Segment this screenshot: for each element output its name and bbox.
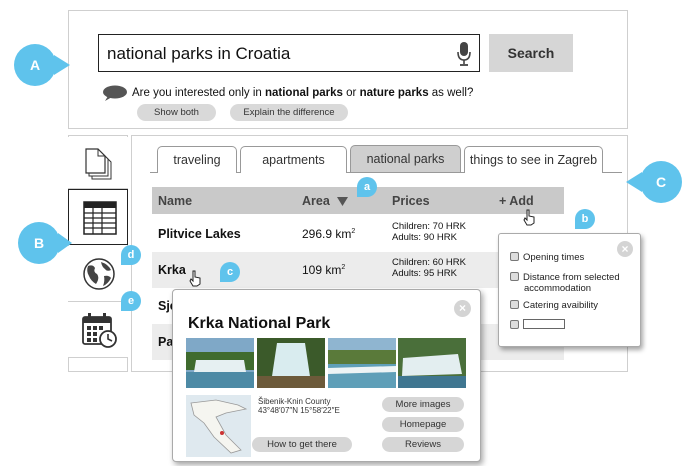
annotation-pointer — [58, 233, 72, 253]
tab-traveling[interactable]: traveling — [157, 146, 237, 173]
add-column-button[interactable]: + Add — [499, 194, 534, 208]
search-input[interactable]: national parks in Croatia — [98, 34, 480, 72]
park-name: Pa — [158, 335, 174, 349]
close-icon[interactable]: × — [454, 300, 471, 317]
annotation-e: e — [121, 291, 141, 311]
search-query-text: national parks in Croatia — [107, 44, 291, 63]
map-view-button[interactable] — [68, 246, 128, 302]
annotation-c: c — [220, 262, 240, 282]
more-images-button[interactable]: More images — [382, 397, 464, 412]
option-catering[interactable]: Catering avaibility — [510, 300, 598, 311]
sort-down-icon[interactable] — [337, 197, 348, 206]
park-name: Plitvice Lakes — [158, 227, 241, 241]
reviews-button[interactable]: Reviews — [382, 437, 464, 452]
waterfall-photo-1[interactable] — [186, 338, 254, 388]
park-area: 296.9 km2 — [302, 227, 356, 241]
documents-view-button[interactable] — [68, 137, 128, 189]
suggestion-text: Are you interested only in national park… — [101, 85, 473, 101]
waterfall-photo-4[interactable] — [398, 338, 466, 388]
option-opening-times[interactable]: Opening times — [510, 252, 584, 263]
park-detail-popup: × Krka National Park Šibenik-Knin County… — [172, 289, 481, 462]
document-icon — [85, 148, 112, 180]
suggestion-middle: or — [342, 87, 360, 100]
annotation-C: C — [640, 161, 682, 203]
close-icon[interactable]: × — [617, 241, 633, 257]
suggestion-prefix: Are you interested only in — [132, 87, 265, 100]
checkbox[interactable] — [510, 252, 519, 261]
annotation-A: A — [14, 44, 56, 86]
tab-things-to-see[interactable]: things to see in Zagreb — [464, 146, 603, 173]
column-area[interactable]: Area — [302, 194, 330, 208]
annotation-a: a — [357, 177, 377, 197]
option-custom[interactable] — [510, 319, 565, 331]
how-to-get-there-button[interactable]: How to get there — [252, 437, 352, 452]
annotation-b: b — [575, 209, 595, 229]
custom-option-input[interactable] — [523, 319, 565, 329]
homepage-button[interactable]: Homepage — [382, 417, 464, 432]
checkbox[interactable] — [510, 300, 519, 309]
hand-cursor-icon — [189, 270, 201, 287]
calendar-view-button[interactable] — [68, 302, 128, 358]
park-prices: Children: 60 HRK Adults: 95 HRK — [392, 257, 466, 279]
speech-bubble-icon — [103, 85, 127, 101]
tab-apartments[interactable]: apartments — [240, 146, 347, 173]
location-map[interactable] — [186, 395, 251, 457]
globe-icon — [83, 258, 115, 290]
suggestion-suffix: as well? — [428, 87, 474, 100]
explain-difference-button[interactable]: Explain the difference — [230, 104, 348, 121]
suggestion-bold-national: national parks — [264, 87, 343, 100]
checkbox[interactable] — [510, 272, 519, 281]
annotation-pointer — [626, 172, 642, 192]
location-text: Šibenik-Knin County 43°48′07″N 15°58′22″E — [258, 397, 340, 415]
park-area: 109 km2 — [302, 263, 346, 277]
suggestion-bold-nature: nature parks — [359, 87, 429, 100]
column-name[interactable]: Name — [158, 194, 192, 208]
annotation-d: d — [121, 245, 141, 265]
tab-national-parks[interactable]: national parks — [350, 145, 461, 172]
waterfall-photo-2[interactable] — [257, 338, 325, 388]
show-both-button[interactable]: Show both — [137, 104, 216, 121]
waterfall-photo-3[interactable] — [328, 338, 396, 388]
add-column-popup: × Opening times Distance from selected ac… — [498, 233, 641, 347]
column-prices[interactable]: Prices — [392, 194, 430, 208]
table-icon — [83, 201, 117, 235]
search-button[interactable]: Search — [489, 34, 573, 72]
calendar-clock-icon — [82, 313, 117, 348]
hand-cursor-icon — [523, 209, 535, 226]
microphone-icon[interactable] — [457, 41, 471, 67]
option-distance[interactable]: Distance from selected accommodation — [510, 272, 620, 294]
annotation-pointer — [54, 55, 70, 75]
park-prices: Children: 70 HRK Adults: 90 HRK — [392, 221, 466, 243]
table-view-button[interactable] — [68, 189, 128, 245]
park-name: Krka — [158, 263, 186, 277]
detail-title: Krka National Park — [188, 315, 331, 332]
annotation-B: B — [18, 222, 60, 264]
checkbox[interactable] — [510, 320, 519, 329]
